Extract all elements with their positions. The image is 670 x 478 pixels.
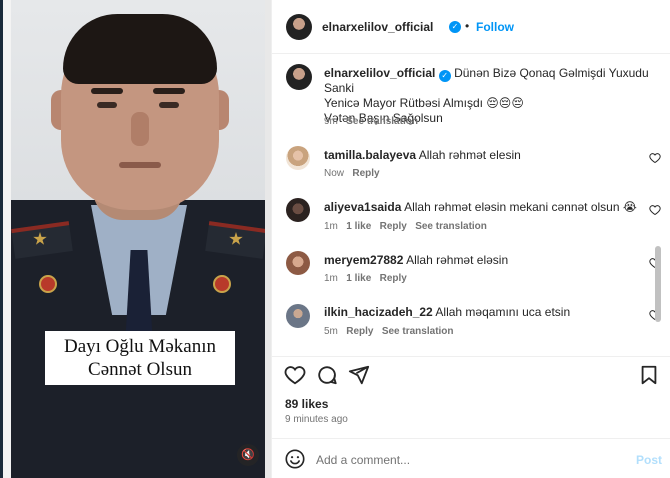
post-header: elnarxelilov_official ✓ • Follow	[272, 0, 670, 54]
like-comment-heart-icon[interactable]	[649, 204, 661, 216]
comment-username[interactable]: tamilla.balayeva	[324, 148, 416, 162]
uniform-badge	[213, 275, 231, 293]
header-separator: •	[465, 19, 470, 33]
comments-scrollbar[interactable]	[655, 246, 661, 322]
comment-body: Allah məqamını uca etsin	[435, 305, 571, 319]
comment-row: aliyeva1saida Allah rəhmət eləsin mekani…	[324, 200, 644, 215]
eye	[97, 102, 117, 108]
follow-button[interactable]: Follow	[476, 20, 514, 34]
comment-username[interactable]: aliyeva1saida	[324, 200, 401, 214]
like-heart-icon[interactable]	[284, 364, 306, 386]
avatar[interactable]	[286, 14, 312, 40]
caption-time[interactable]: 9m	[324, 116, 338, 127]
comment-row: tamilla.balayeva Allah rəhmət elesin	[324, 148, 624, 163]
media-caption-line1: Dayı Oğlu Məkanın	[64, 336, 216, 357]
comment-username[interactable]: meryem27882	[324, 253, 403, 267]
comment-time[interactable]: 1m	[324, 221, 338, 232]
comment-meta: 5m Reply See translation	[324, 326, 454, 337]
commenter-avatar[interactable]	[286, 251, 310, 275]
comment-meta: 1m 1 like Reply	[324, 273, 407, 284]
caption-username[interactable]: elnarxelilov_official	[324, 66, 435, 80]
uniform-badge	[39, 275, 57, 293]
media-caption: Dayı Oğlu Məkanın Cənnət Olsun	[45, 331, 235, 385]
like-comment-heart-icon[interactable]	[649, 152, 661, 164]
comment-body: Allah rəhmət eləsin	[406, 253, 509, 267]
nose	[131, 112, 149, 146]
media-caption-line2: Cənnət Olsun	[88, 359, 192, 380]
comment-meta: Now Reply	[324, 168, 380, 179]
comment-row: meryem27882 Allah rəhmət eləsin	[324, 253, 624, 268]
header-username[interactable]: elnarxelilov_official	[322, 20, 433, 34]
commenter-avatar[interactable]	[286, 146, 310, 170]
comment-likes[interactable]: 1 like	[346, 221, 371, 232]
comment-bubble-icon[interactable]	[316, 364, 338, 386]
share-paper-plane-icon[interactable]	[348, 364, 370, 386]
emoji-smiley-icon[interactable]	[284, 448, 306, 470]
post-comment-button[interactable]: Post	[636, 453, 662, 467]
speaker-muted-icon: 🔇	[241, 449, 255, 461]
comment-composer: Post	[272, 438, 670, 478]
hair	[63, 14, 217, 84]
post-details-panel: elnarxelilov_official ✓ • Follow elnarxe…	[271, 0, 670, 478]
reply-button[interactable]: Reply	[380, 273, 407, 284]
likes-count[interactable]: 89 likes	[285, 397, 328, 411]
comment-username[interactable]: ilkin_hacizadeh_22	[324, 305, 433, 319]
caption-meta: 9m See translation	[324, 116, 418, 127]
eyebrow	[91, 88, 123, 94]
reply-button[interactable]: Reply	[380, 221, 407, 232]
caption-avatar[interactable]	[286, 64, 312, 90]
save-bookmark-icon[interactable]	[638, 364, 660, 386]
verified-badge-icon: ✓	[449, 21, 461, 33]
eyebrow	[153, 88, 185, 94]
eye	[159, 102, 179, 108]
mute-button[interactable]: 🔇	[237, 444, 259, 466]
commenter-avatar[interactable]	[286, 304, 310, 328]
comment-body: Allah rəhmət elesin	[418, 148, 521, 162]
media-left-edge	[3, 0, 11, 478]
comment-time[interactable]: Now	[324, 168, 344, 179]
mouth	[119, 162, 161, 168]
verified-badge-icon: ✓	[438, 70, 451, 82]
reply-button[interactable]: Reply	[346, 326, 373, 337]
see-translation-link[interactable]: See translation	[346, 116, 418, 127]
comment-row: ilkin_hacizadeh_22 Allah məqamını uca et…	[324, 305, 624, 320]
reply-button[interactable]: Reply	[352, 168, 379, 179]
comment-input[interactable]	[316, 451, 616, 469]
caption-line2: Yenicə Mayor Rütbəsi Almışdı 😔😔😔	[324, 96, 524, 110]
comment-body: Allah rəhmət eləsin mekani cənnət olsun …	[404, 200, 637, 214]
see-translation-link[interactable]: See translation	[382, 326, 454, 337]
comment-time[interactable]: 1m	[324, 273, 338, 284]
post-media[interactable]: Dayı Oğlu Məkanın Cənnət Olsun 🔇	[3, 0, 271, 478]
comment-likes[interactable]: 1 like	[346, 273, 371, 284]
comment-time[interactable]: 5m	[324, 326, 338, 337]
comment-meta: 1m 1 like Reply See translation	[324, 221, 487, 232]
post-time[interactable]: 9 minutes ago	[285, 414, 348, 425]
see-translation-link[interactable]: See translation	[415, 221, 487, 232]
commenter-avatar[interactable]	[286, 198, 310, 222]
